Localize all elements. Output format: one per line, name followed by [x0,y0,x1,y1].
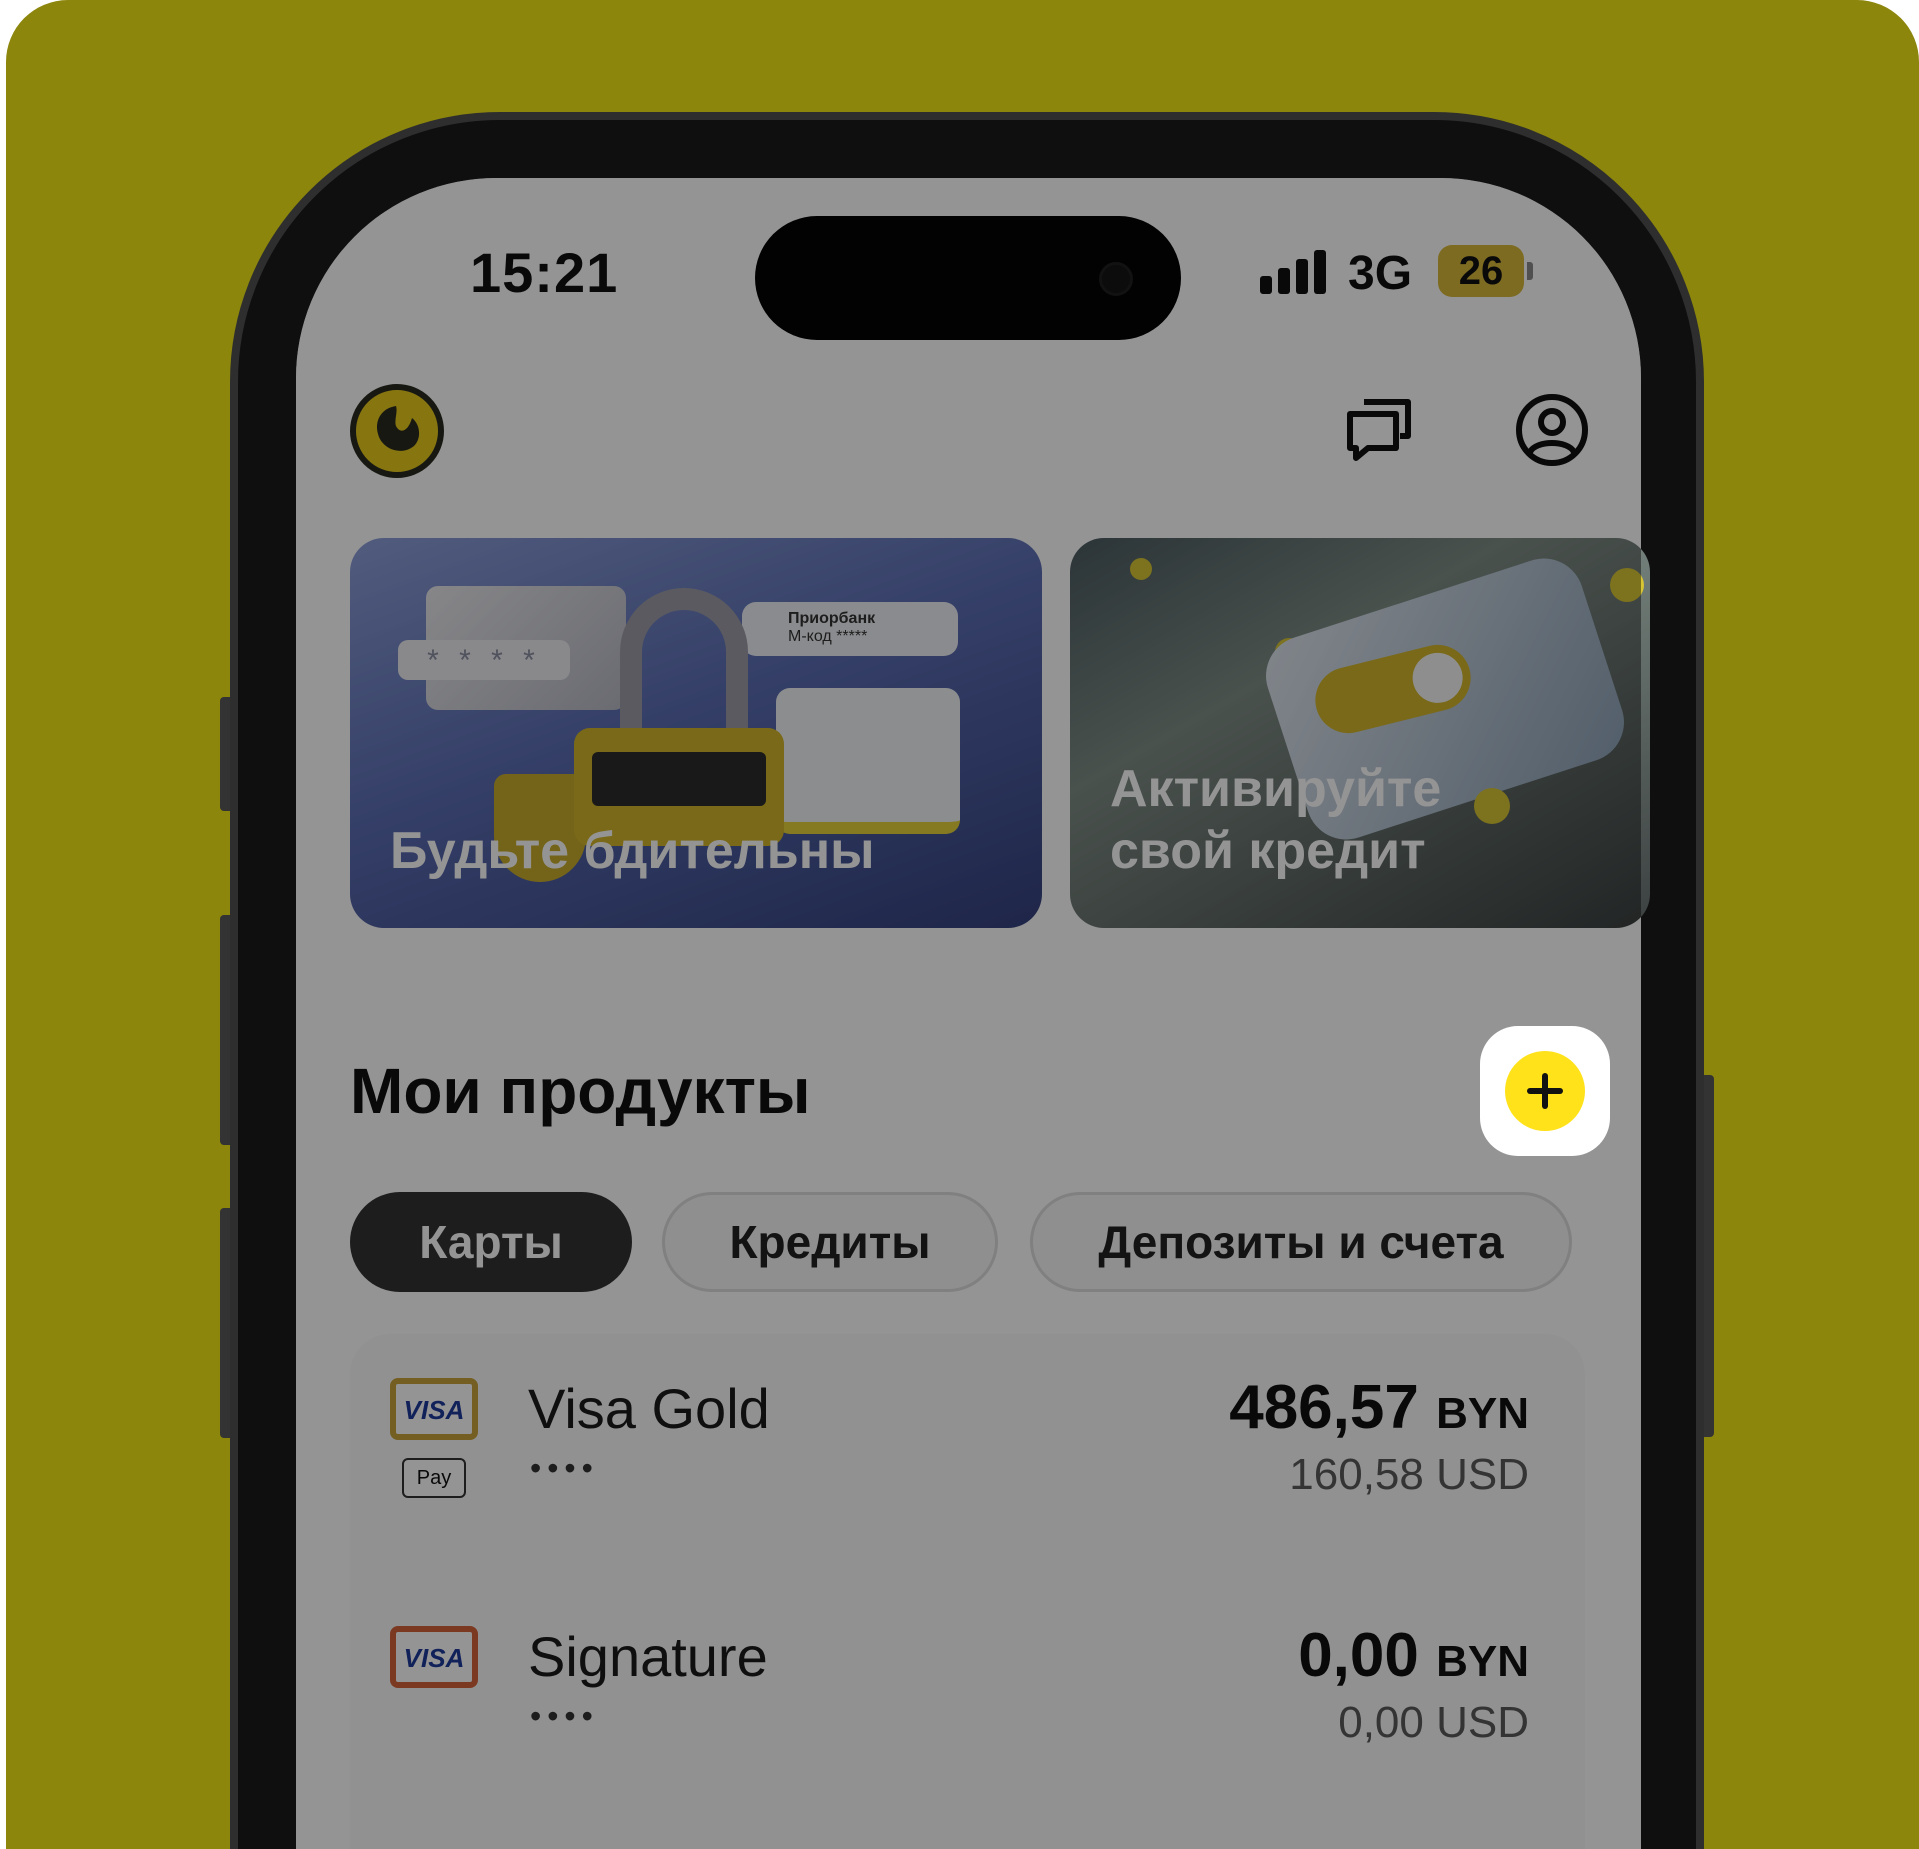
wallet-label: Pay [416,1467,452,1489]
balance-value: 486,57 [1229,1373,1419,1442]
add-product-button[interactable] [1480,1026,1610,1156]
card-balance: 0,00 BYN [1298,1620,1529,1691]
visa-icon: VISA [390,1626,478,1688]
tab-deposits[interactable]: Депозиты и счета [1030,1192,1572,1292]
card-mask: •••• [530,1698,599,1734]
battery-icon: 26 [1438,245,1524,297]
cards-list: VISA Pay Visa Gold •••• 486,57 BYN 160,5… [350,1334,1585,1849]
chat-icon[interactable] [1342,392,1418,468]
network-label: 3G [1348,247,1413,300]
list-item[interactable]: VISA Signature •••• 0,00 BYN 0,00 USD [350,1621,1585,1826]
tab-cards[interactable]: Карты [350,1192,632,1292]
pin-field-illustration: * * * * [398,640,570,680]
banner-activate-credit[interactable]: Активируйте свой кредит [1070,538,1650,928]
banner-be-vigilant[interactable]: * * * * Приорбанк М-код ***** Будьте бди… [350,538,1042,928]
balance-value: 0,00 [1298,1621,1419,1690]
banner-title-line: Будьте бдительны [390,822,875,880]
card-illustration-2 [776,688,960,834]
decor-ball [1474,788,1510,824]
visa-icon: VISA [390,1378,478,1440]
status-time: 15:21 [470,241,619,304]
card-balance-usd: 0,00 USD [1338,1698,1529,1747]
profile-icon[interactable] [1514,392,1590,468]
banner-title-line: свой кредит [1110,822,1426,880]
card-mask: •••• [530,1450,599,1486]
balance-currency: BYN [1436,1637,1529,1686]
list-item[interactable]: VISA Pay Visa Gold •••• 486,57 BYN 160,5… [350,1373,1585,1578]
decor-ball [1610,568,1644,602]
signal-icon [1260,250,1330,294]
dynamic-island [755,216,1181,340]
banner-title-line: Активируйте [1110,760,1442,818]
apple-pay-icon: Pay [402,1458,466,1498]
card-balance-usd: 160,58 USD [1289,1450,1529,1499]
card-name: Signature [528,1625,768,1688]
battery-tip [1527,262,1533,280]
card-name: Visa Gold [528,1377,770,1440]
tab-credits[interactable]: Кредиты [662,1192,998,1292]
mcode-illustration: Приорбанк М-код ***** [742,602,958,656]
banner-title: Будьте бдительны [390,820,875,882]
section-title: Мои продукты [350,1055,811,1127]
camera-icon [1099,262,1133,296]
mcode-code: М-код ***** [788,628,868,645]
decor-ball [1130,558,1152,580]
mcode-bank-name: Приорбанк [788,610,876,627]
banner-title: Активируйте свой кредит [1110,758,1441,882]
plus-icon [1527,1073,1563,1109]
card-balance: 486,57 BYN [1229,1372,1529,1443]
combination-dials [592,752,766,806]
balance-currency: BYN [1436,1389,1529,1438]
add-circle [1505,1051,1585,1131]
bank-logo-icon[interactable] [350,384,444,478]
